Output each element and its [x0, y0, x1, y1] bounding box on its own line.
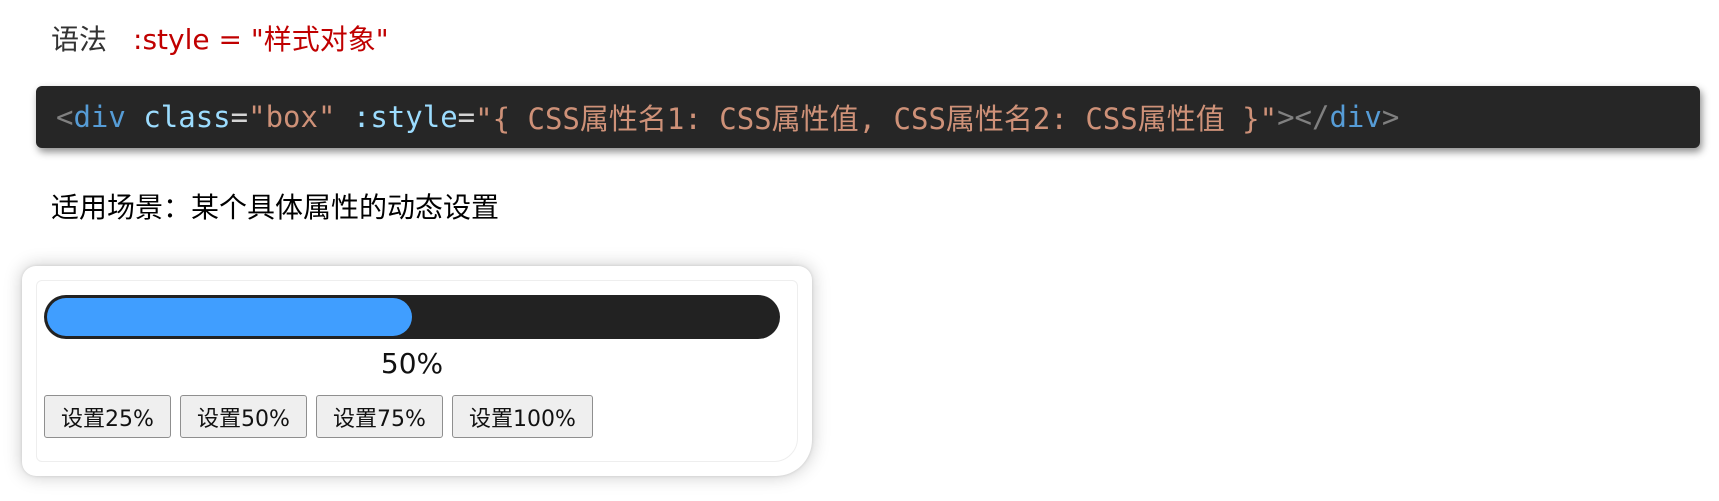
set-100-button[interactable]: 设置100% [452, 395, 593, 438]
code-close-open-bracket: ></ [1277, 100, 1330, 134]
code-eq-2: = [457, 100, 476, 134]
syntax-label: 语法 [51, 23, 108, 56]
progress-fill [47, 298, 412, 336]
code-open-bracket: < [56, 100, 74, 134]
code-block: < div class = "box" :style = "{ CSS属性名1: CSS属… [36, 86, 1700, 148]
progress-track [44, 295, 780, 339]
progress-label: 50% [380, 347, 444, 380]
code-eq-1: = [230, 100, 249, 134]
code-class-attr: class [143, 100, 231, 134]
code-tag-open: div [73, 100, 126, 134]
set-50-button[interactable]: 设置50% [180, 395, 307, 438]
code-tag-close: div [1329, 100, 1382, 134]
code-space-2 [335, 100, 352, 134]
code-space-1 [126, 100, 143, 134]
button-row: 设置25% 设置50% 设置75% 设置100% [44, 395, 593, 438]
code-class-value: "box" [248, 100, 336, 134]
syntax-code: :style = "样式对象" [133, 23, 389, 56]
set-75-button[interactable]: 设置75% [316, 395, 443, 438]
code-style-value: "{ CSS属性名1: CSS属性值, CSS属性名2: CSS属性值 }" [475, 102, 1278, 136]
scenario-text: 适用场景：某个具体属性的动态设置 [51, 191, 500, 224]
syntax-line: 语法 :style = "样式对象" [51, 18, 389, 58]
code-close-bracket: > [1381, 100, 1400, 134]
set-25-button[interactable]: 设置25% [44, 395, 171, 438]
code-style-attr: :style [352, 100, 458, 134]
